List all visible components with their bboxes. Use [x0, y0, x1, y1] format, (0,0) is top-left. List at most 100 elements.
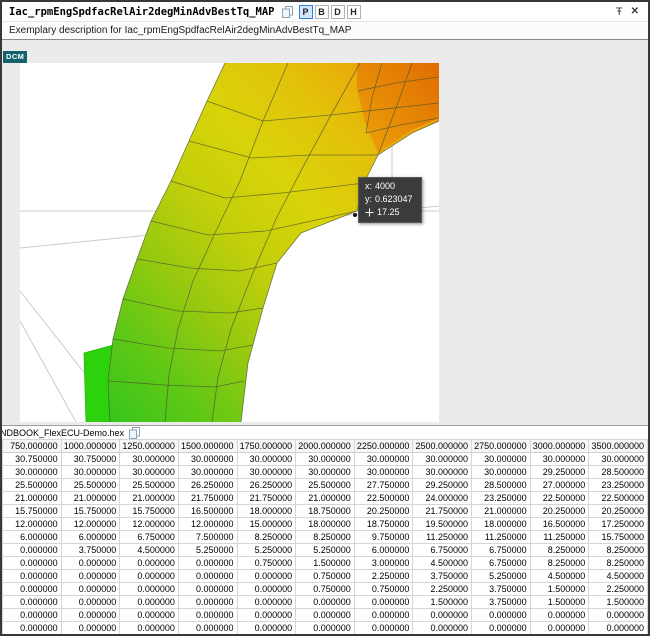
table-cell[interactable]: 21.000000	[120, 492, 179, 505]
table-cell[interactable]: 0.000000	[3, 557, 62, 570]
table-cell[interactable]: 0.750000	[354, 583, 413, 596]
table-cell[interactable]: 17.250000	[589, 518, 648, 531]
table-cell[interactable]: 6.750000	[472, 557, 531, 570]
table-cell[interactable]: 0.000000	[120, 596, 179, 609]
column-header[interactable]: 3500.000000	[589, 440, 648, 453]
table-cell[interactable]: 5.250000	[237, 544, 296, 557]
table-cell[interactable]: 6.750000	[472, 544, 531, 557]
table-cell[interactable]: 21.000000	[472, 505, 531, 518]
table-cell[interactable]: 12.000000	[3, 518, 62, 531]
table-cell[interactable]: 5.250000	[178, 544, 237, 557]
table-cell[interactable]: 0.000000	[3, 622, 62, 635]
table-cell[interactable]: 0.000000	[61, 596, 120, 609]
table-cell[interactable]: 8.250000	[237, 531, 296, 544]
table-cell[interactable]: 3.750000	[472, 583, 531, 596]
table-cell[interactable]: 0.000000	[237, 596, 296, 609]
table-cell[interactable]: 6.750000	[413, 544, 472, 557]
table-cell[interactable]: 5.250000	[296, 544, 355, 557]
table-cell[interactable]: 4.500000	[530, 570, 589, 583]
table-cell[interactable]: 21.000000	[61, 492, 120, 505]
table-cell[interactable]: 21.750000	[178, 492, 237, 505]
table-cell[interactable]: 3.000000	[354, 557, 413, 570]
table-cell[interactable]: 26.250000	[178, 479, 237, 492]
table-cell[interactable]: 8.250000	[589, 557, 648, 570]
table-cell[interactable]: 1.500000	[296, 557, 355, 570]
copy-file-icon[interactable]	[129, 427, 140, 439]
table-cell[interactable]: 0.000000	[472, 622, 531, 635]
table-cell[interactable]: 6.000000	[61, 531, 120, 544]
table-cell[interactable]: 0.000000	[354, 609, 413, 622]
table-cell[interactable]: 0.000000	[413, 622, 472, 635]
table-cell[interactable]: 30.000000	[3, 466, 62, 479]
table-cell[interactable]: 15.750000	[120, 505, 179, 518]
table-cell[interactable]: 0.000000	[178, 622, 237, 635]
table-cell[interactable]: 21.750000	[413, 505, 472, 518]
table-cell[interactable]: 30.000000	[120, 453, 179, 466]
table-cell[interactable]: 22.500000	[589, 492, 648, 505]
column-header[interactable]: 1000.000000	[61, 440, 120, 453]
table-cell[interactable]: 0.000000	[3, 570, 62, 583]
table-cell[interactable]: 2.250000	[413, 583, 472, 596]
table-cell[interactable]: 3.750000	[61, 544, 120, 557]
table-cell[interactable]: 18.750000	[354, 518, 413, 531]
table-cell[interactable]: 30.000000	[237, 466, 296, 479]
pin-icon[interactable]: Ŧ	[612, 3, 627, 21]
table-cell[interactable]: 16.500000	[530, 518, 589, 531]
table-cell[interactable]: 26.250000	[237, 479, 296, 492]
table-cell[interactable]: 3.750000	[413, 570, 472, 583]
table-cell[interactable]: 0.000000	[178, 583, 237, 596]
table-cell[interactable]: 27.750000	[354, 479, 413, 492]
table-cell[interactable]: 28.500000	[589, 466, 648, 479]
column-header[interactable]: 2250.000000	[354, 440, 413, 453]
table-cell[interactable]: 4.500000	[589, 570, 648, 583]
table-cell[interactable]: 30.000000	[413, 466, 472, 479]
table-cell[interactable]: 5.250000	[472, 570, 531, 583]
table-cell[interactable]: 0.000000	[120, 570, 179, 583]
table-cell[interactable]: 8.250000	[296, 531, 355, 544]
table-cell[interactable]: 30.750000	[3, 453, 62, 466]
table-cell[interactable]: 21.000000	[3, 492, 62, 505]
table-cell[interactable]: 0.000000	[120, 583, 179, 596]
table-cell[interactable]: 0.000000	[61, 557, 120, 570]
table-cell[interactable]: 9.750000	[354, 531, 413, 544]
column-header[interactable]: 1250.000000	[120, 440, 179, 453]
table-cell[interactable]: 15.750000	[61, 505, 120, 518]
table-cell[interactable]: 0.750000	[296, 570, 355, 583]
table-cell[interactable]: 12.000000	[120, 518, 179, 531]
table-cell[interactable]: 30.000000	[589, 453, 648, 466]
table-cell[interactable]: 25.500000	[296, 479, 355, 492]
table-cell[interactable]: 0.000000	[3, 609, 62, 622]
table-cell[interactable]: 4.500000	[413, 557, 472, 570]
table-cell[interactable]: 18.000000	[296, 518, 355, 531]
table-cell[interactable]: 30.000000	[178, 453, 237, 466]
table-cell[interactable]: 0.000000	[589, 622, 648, 635]
column-header[interactable]: 2750.000000	[472, 440, 531, 453]
table-cell[interactable]: 0.000000	[61, 583, 120, 596]
column-header[interactable]: 2500.000000	[413, 440, 472, 453]
table-cell[interactable]: 30.000000	[178, 466, 237, 479]
table-cell[interactable]: 8.250000	[530, 557, 589, 570]
table-cell[interactable]: 12.000000	[61, 518, 120, 531]
table-cell[interactable]: 30.000000	[530, 453, 589, 466]
table-cell[interactable]: 1.500000	[413, 596, 472, 609]
table-cell[interactable]: 0.000000	[120, 557, 179, 570]
column-header[interactable]: 1500.000000	[178, 440, 237, 453]
table-cell[interactable]: 30.000000	[296, 466, 355, 479]
table-cell[interactable]: 0.000000	[237, 583, 296, 596]
column-header[interactable]: 3000.000000	[530, 440, 589, 453]
table-cell[interactable]: 7.500000	[178, 531, 237, 544]
surface-plot-canvas[interactable]: x: 4000 y: 0.623047 17.25	[20, 63, 439, 422]
table-cell[interactable]: 15.750000	[589, 531, 648, 544]
table-cell[interactable]: 18.750000	[296, 505, 355, 518]
table-cell[interactable]: 0.000000	[354, 596, 413, 609]
table-cell[interactable]: 28.500000	[472, 479, 531, 492]
table-cell[interactable]: 25.500000	[61, 479, 120, 492]
table-cell[interactable]: 0.000000	[296, 596, 355, 609]
toolbar-button-p[interactable]: P	[299, 5, 313, 19]
table-cell[interactable]: 12.000000	[178, 518, 237, 531]
table-cell[interactable]: 30.000000	[296, 453, 355, 466]
table-cell[interactable]: 27.000000	[530, 479, 589, 492]
table-cell[interactable]: 8.250000	[589, 544, 648, 557]
table-cell[interactable]: 11.250000	[530, 531, 589, 544]
table-cell[interactable]: 30.000000	[237, 453, 296, 466]
